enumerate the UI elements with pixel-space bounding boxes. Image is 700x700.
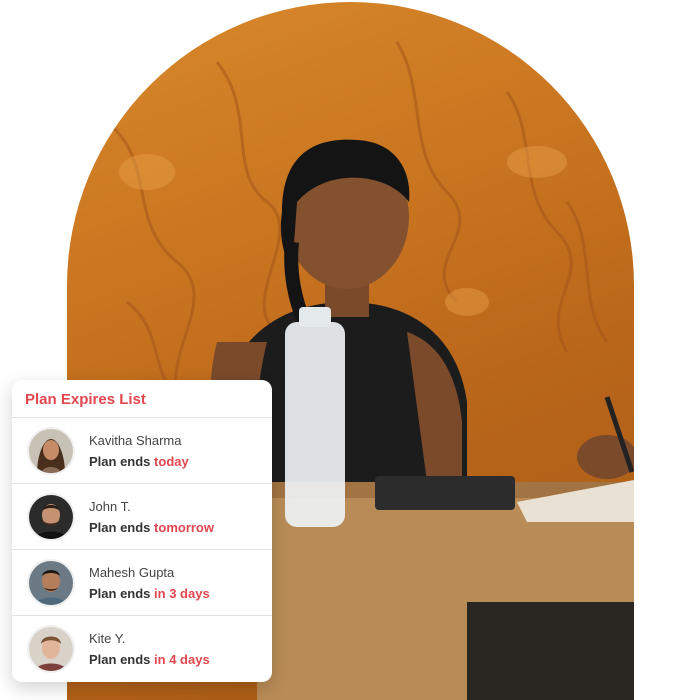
plan-status: Plan ends today [89,453,189,469]
young-man-avatar [27,625,75,673]
plan-when: tomorrow [154,519,214,535]
member-name: John T. [89,498,131,514]
member-name: Kite Y. [89,631,126,646]
member-name: Mahesh Gupta [89,564,175,580]
plan-when: in 3 days [154,585,210,601]
plan-status: Plan ends tomorrow [89,519,214,535]
plan-when: today [154,453,189,469]
card-title: Plan Expires List [12,380,272,418]
plan-status: Plan ends in 4 days [89,652,210,667]
plan-when: in 4 days [154,652,210,667]
woman-avatar [27,426,75,475]
list-item[interactable]: Kite Y. Plan ends in 4 days [12,616,272,682]
plan-expires-card: Plan Expires List Kavitha Sharma Plan en… [12,380,272,682]
bearded-man-avatar [27,492,75,541]
plan-status: Plan ends in 3 days [89,585,210,601]
man-avatar [27,558,75,607]
list-item[interactable]: Mahesh Gupta Plan ends in 3 days [12,550,272,616]
list-item[interactable]: Kavitha Sharma Plan ends today [12,418,272,484]
list-item[interactable]: John T. Plan ends tomorrow [12,484,272,550]
member-name: Kavitha Sharma [89,432,182,448]
